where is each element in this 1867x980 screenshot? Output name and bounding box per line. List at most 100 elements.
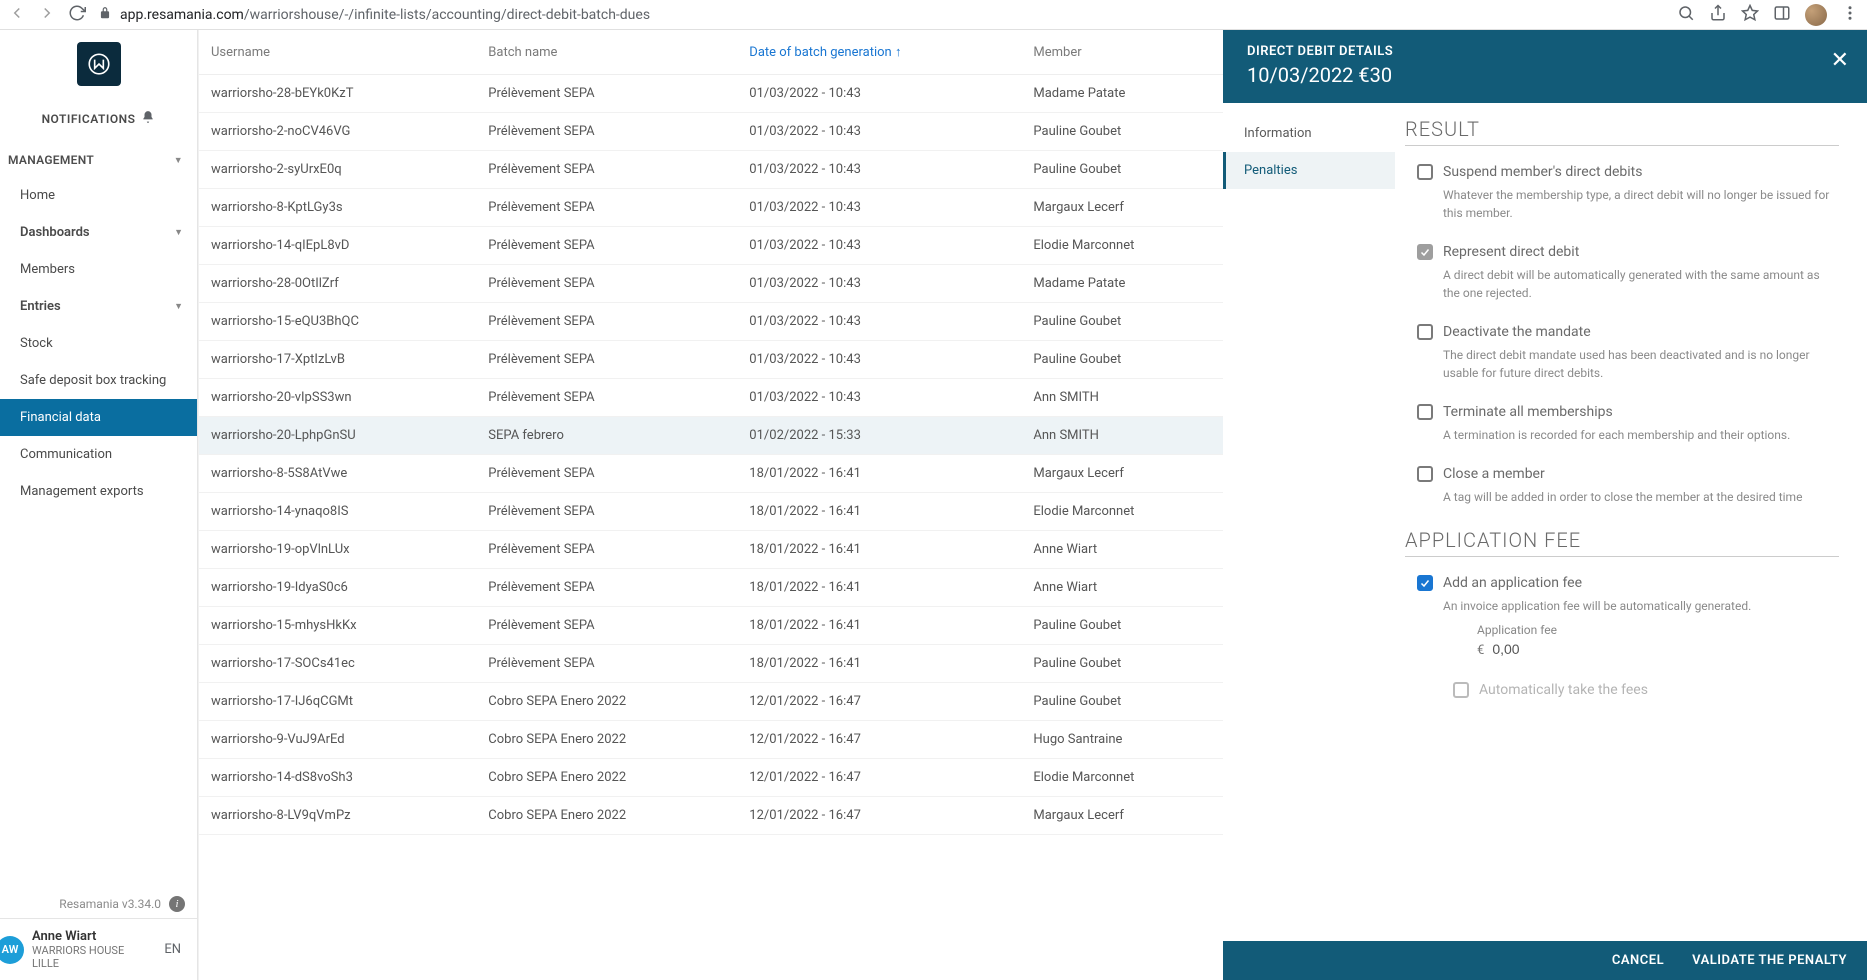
check-label-close: Close a member — [1443, 466, 1545, 482]
table-row[interactable]: warriorsho-8-5S8AtVwePrélèvement SEPA18/… — [199, 455, 1223, 493]
checkbox-suspend[interactable] — [1417, 164, 1433, 180]
management-section[interactable]: MANAGEMENT ▼ — [0, 141, 197, 177]
nav-information[interactable]: Information — [1223, 115, 1395, 152]
cell-batch: Cobro SEPA Enero 2022 — [476, 683, 737, 721]
cell-member: Anne Wiart — [1021, 531, 1223, 569]
col-member[interactable]: Member — [1021, 30, 1223, 75]
user-name: Anne Wiart — [32, 929, 150, 944]
table-row[interactable]: warriorsho-8-KptLGy3sPrélèvement SEPA01/… — [199, 189, 1223, 227]
cell-member: Madame Patate — [1021, 265, 1223, 303]
logo[interactable] — [0, 30, 197, 92]
sidebar-item-home[interactable]: Home — [0, 177, 197, 214]
cell-member: Ann SMITH — [1021, 379, 1223, 417]
fee-input[interactable] — [1492, 639, 1612, 660]
cell-member: Madame Patate — [1021, 75, 1223, 113]
checkbox-add-fee[interactable] — [1417, 575, 1433, 591]
col-batch[interactable]: Batch name — [476, 30, 737, 75]
checkbox-deactivate[interactable] — [1417, 324, 1433, 340]
cell-member: Margaux Lecerf — [1021, 797, 1223, 835]
panel-title: DIRECT DEBIT DETAILS — [1247, 44, 1843, 59]
table-row[interactable]: warriorsho-14-qIEpL8vDPrélèvement SEPA01… — [199, 227, 1223, 265]
sidebar-item-entries[interactable]: Entries▼ — [0, 288, 197, 325]
cell-date: 18/01/2022 - 16:41 — [737, 493, 1021, 531]
checkbox-terminate[interactable] — [1417, 404, 1433, 420]
cell-batch: Prélèvement SEPA — [476, 379, 737, 417]
profile-avatar[interactable] — [1805, 4, 1827, 26]
nav-penalties[interactable]: Penalties — [1223, 152, 1395, 189]
sidebar-item-stock[interactable]: Stock — [0, 325, 197, 362]
cancel-button[interactable]: CANCEL — [1612, 953, 1664, 968]
menu-icon[interactable] — [1841, 4, 1859, 26]
sidebar-item-financial-data[interactable]: Financial data — [0, 399, 197, 436]
address-bar[interactable]: app.resamania.com/warriorshouse/-/infini… — [98, 6, 1665, 24]
panel-icon[interactable] — [1773, 4, 1791, 26]
notifications-header[interactable]: NOTIFICATIONS — [0, 92, 197, 141]
back-icon[interactable] — [8, 4, 26, 26]
sidebar-item-dashboards[interactable]: Dashboards▼ — [0, 214, 197, 251]
url-text: app.resamania.com/warriorshouse/-/infini… — [120, 7, 650, 23]
table-row[interactable]: warriorsho-14-ynaqo8ISPrélèvement SEPA18… — [199, 493, 1223, 531]
cell-username: warriorsho-8-KptLGy3s — [199, 189, 476, 227]
reload-icon[interactable] — [68, 4, 86, 26]
table-row[interactable]: warriorsho-9-VuJ9ArEdCobro SEPA Enero 20… — [199, 721, 1223, 759]
table-row[interactable]: warriorsho-19-opVlnLUxPrélèvement SEPA18… — [199, 531, 1223, 569]
cell-batch: SEPA febrero — [476, 417, 737, 455]
table-row[interactable]: warriorsho-15-eQU3BhQCPrélèvement SEPA01… — [199, 303, 1223, 341]
table-row[interactable]: warriorsho-14-dS8voSh3Cobro SEPA Enero 2… — [199, 759, 1223, 797]
info-icon[interactable]: i — [169, 896, 185, 912]
user-avatar: AW — [0, 936, 24, 964]
col-date[interactable]: Date of batch generation ↑ — [737, 30, 1021, 75]
cell-date: 18/01/2022 - 16:41 — [737, 607, 1021, 645]
sidebar-item-communication[interactable]: Communication — [0, 436, 197, 473]
language-selector[interactable]: EN — [158, 938, 187, 961]
chevron-down-icon: ▼ — [174, 301, 183, 312]
cell-date: 18/01/2022 - 16:41 — [737, 455, 1021, 493]
check-label-deactivate: Deactivate the mandate — [1443, 324, 1591, 340]
cell-batch: Prélèvement SEPA — [476, 227, 737, 265]
cell-member: Pauline Goubet — [1021, 683, 1223, 721]
sidebar-item-members[interactable]: Members — [0, 251, 197, 288]
close-icon[interactable]: ✕ — [1831, 48, 1849, 73]
table-row[interactable]: warriorsho-17-SOCs41ecPrélèvement SEPA18… — [199, 645, 1223, 683]
cell-batch: Prélèvement SEPA — [476, 531, 737, 569]
table-row[interactable]: warriorsho-19-IdyaS0c6Prélèvement SEPA18… — [199, 569, 1223, 607]
notifications-label: NOTIFICATIONS — [42, 112, 136, 126]
star-icon[interactable] — [1741, 4, 1759, 26]
cell-member: Hugo Santraine — [1021, 721, 1223, 759]
cell-date: 18/01/2022 - 16:41 — [737, 569, 1021, 607]
cell-member: Ann SMITH — [1021, 417, 1223, 455]
user-footer[interactable]: AW Anne Wiart WARRIORS HOUSE LILLE EN — [0, 918, 197, 980]
cell-username: warriorsho-20-vIpSS3wn — [199, 379, 476, 417]
check-desc-represent: A direct debit will be automatically gen… — [1443, 266, 1839, 302]
table-row[interactable]: warriorsho-2-noCV46VGPrélèvement SEPA01/… — [199, 113, 1223, 151]
panel-header: DIRECT DEBIT DETAILS 10/03/2022 €30 ✕ — [1223, 30, 1867, 103]
forward-icon[interactable] — [38, 4, 56, 26]
cell-member: Elodie Marconnet — [1021, 227, 1223, 265]
table-row[interactable]: warriorsho-15-mhysHkKxPrélèvement SEPA18… — [199, 607, 1223, 645]
table-row[interactable]: warriorsho-28-bEYk0KzTPrélèvement SEPA01… — [199, 75, 1223, 113]
table-row[interactable]: warriorsho-17-XptIzLvBPrélèvement SEPA01… — [199, 341, 1223, 379]
checkbox-close[interactable] — [1417, 466, 1433, 482]
sidebar-item-management-exports[interactable]: Management exports — [0, 473, 197, 510]
table-row[interactable]: warriorsho-17-IJ6qCGMtCobro SEPA Enero 2… — [199, 683, 1223, 721]
checkbox-auto-take[interactable] — [1453, 682, 1469, 698]
sidebar-item-safe-deposit-box-tracking[interactable]: Safe deposit box tracking — [0, 362, 197, 399]
zoom-icon[interactable] — [1677, 4, 1695, 26]
check-desc-deactivate: The direct debit mandate used has been d… — [1443, 346, 1839, 382]
table-row[interactable]: warriorsho-20-vIpSS3wnPrélèvement SEPA01… — [199, 379, 1223, 417]
check-label-auto-take: Automatically take the fees — [1479, 682, 1648, 698]
col-username[interactable]: Username — [199, 30, 476, 75]
cell-date: 01/03/2022 - 10:43 — [737, 189, 1021, 227]
table-row[interactable]: warriorsho-2-syUrxE0qPrélèvement SEPA01/… — [199, 151, 1223, 189]
checkbox-represent[interactable] — [1417, 244, 1433, 260]
share-icon[interactable] — [1709, 4, 1727, 26]
cell-batch: Prélèvement SEPA — [476, 189, 737, 227]
check-label-represent: Represent direct debit — [1443, 244, 1579, 260]
table-row[interactable]: warriorsho-8-LV9qVmPzCobro SEPA Enero 20… — [199, 797, 1223, 835]
check-deactivate: Deactivate the mandate The direct debit m… — [1405, 324, 1839, 382]
table-row[interactable]: warriorsho-28-0OtIlZrfPrélèvement SEPA01… — [199, 265, 1223, 303]
cell-username: warriorsho-17-IJ6qCGMt — [199, 683, 476, 721]
table-row[interactable]: warriorsho-20-LphpGnSUSEPA febrero01/02/… — [199, 417, 1223, 455]
validate-button[interactable]: VALIDATE THE PENALTY — [1692, 953, 1847, 968]
cell-member: Pauline Goubet — [1021, 645, 1223, 683]
